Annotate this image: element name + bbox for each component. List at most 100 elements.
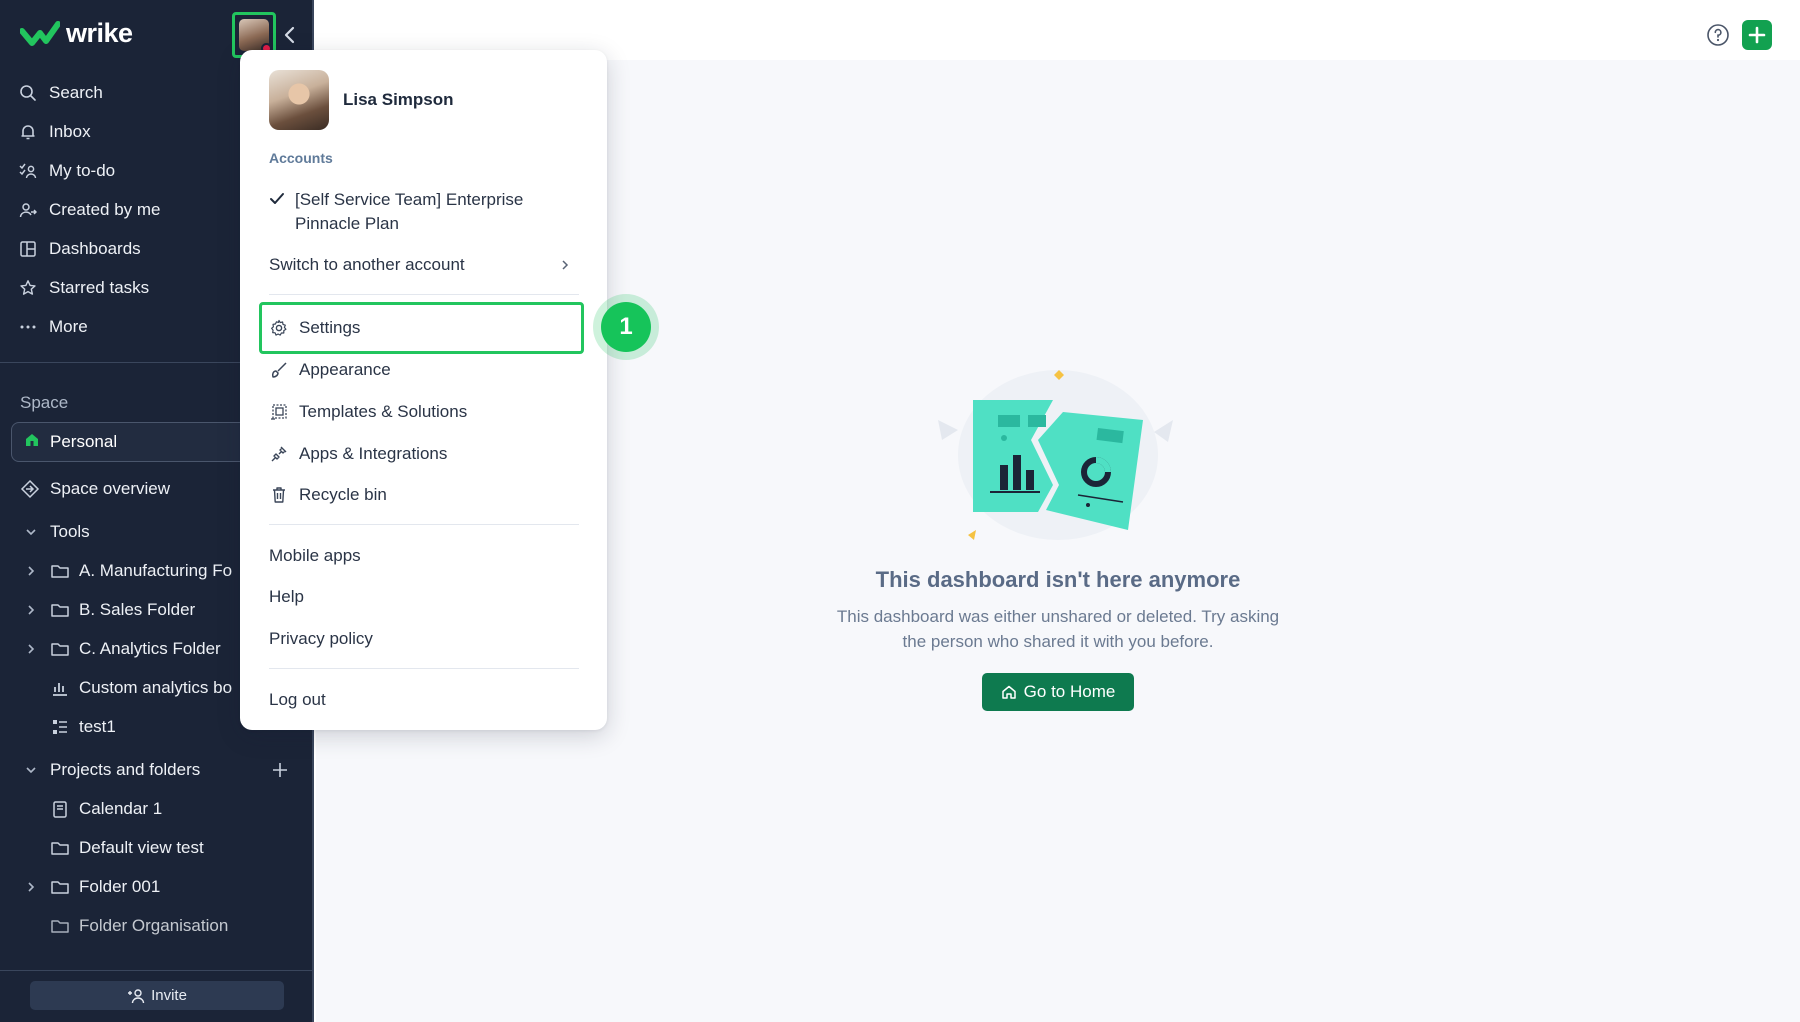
- tree-item-folder[interactable]: Default view test: [0, 828, 314, 867]
- chevron-right-icon[interactable]: [24, 564, 38, 578]
- menu-divider: [269, 668, 579, 669]
- chevron-down-icon: [26, 766, 36, 773]
- profile-header: Lisa Simpson: [269, 70, 454, 130]
- logo-text: wrike: [66, 18, 133, 48]
- tree-item-label: Calendar 1: [79, 798, 163, 818]
- tree-item-label: C. Analytics Folder: [79, 638, 221, 658]
- current-account-label: [Self Service Team] Enterprise Pinnacle …: [295, 190, 524, 233]
- wrike-logo[interactable]: wrike: [20, 18, 133, 49]
- tree-item-label: B. Sales Folder: [79, 599, 196, 619]
- menu-item-appearance[interactable]: Appearance: [269, 353, 579, 387]
- dashboard-icon: [18, 239, 38, 259]
- avatar: [269, 70, 329, 130]
- folder-icon: [51, 919, 69, 933]
- go-to-home-button[interactable]: Go to Home: [982, 673, 1134, 711]
- ellipsis-icon: [18, 317, 38, 337]
- logout-label: Log out: [269, 690, 326, 709]
- projects-label: Projects and folders: [50, 759, 201, 779]
- todo-icon: [18, 161, 38, 181]
- wrike-check-icon: [20, 20, 60, 46]
- user-name: Lisa Simpson: [343, 90, 454, 109]
- invite-label: Invite: [151, 987, 187, 1004]
- menu-item-log-out[interactable]: Log out: [269, 683, 579, 717]
- menu-link-label: Privacy policy: [269, 629, 373, 648]
- chevron-right-icon: [562, 260, 569, 270]
- collapse-sidebar-icon[interactable]: [282, 24, 298, 46]
- step-badge: 1: [593, 294, 659, 360]
- broken-dashboard-illustration: [938, 370, 1173, 540]
- gear-icon: [269, 318, 289, 338]
- folder-icon: [51, 841, 69, 855]
- invite-button[interactable]: Invite: [30, 981, 284, 1010]
- go-to-home-label: Go to Home: [1023, 682, 1116, 701]
- folder-icon: [51, 642, 69, 656]
- folder-icon: [51, 603, 69, 617]
- workflow-icon: [53, 719, 67, 734]
- tree-item-folder[interactable]: Folder Organisation: [0, 906, 314, 945]
- tree-item-label: Default view test: [79, 837, 204, 857]
- nav-label: Search: [49, 82, 103, 102]
- nav-label: Inbox: [49, 121, 91, 141]
- menu-item-recycle-bin[interactable]: Recycle bin: [269, 478, 579, 512]
- home-icon: [24, 432, 40, 453]
- nav-label: Created by me: [49, 199, 161, 219]
- nav-label: More: [49, 316, 88, 336]
- menu-item-mobile-apps[interactable]: Mobile apps: [269, 539, 579, 573]
- tools-label: Tools: [50, 521, 90, 541]
- menu-item-label: Settings: [299, 318, 361, 337]
- current-account-item[interactable]: [Self Service Team] Enterprise Pinnacle …: [269, 188, 579, 236]
- home-icon: [1001, 685, 1016, 699]
- help-icon[interactable]: [1706, 23, 1730, 47]
- add-button[interactable]: [1742, 20, 1772, 50]
- menu-item-label: Templates & Solutions: [299, 402, 468, 421]
- calendar-icon: [53, 800, 67, 818]
- plus-icon: [1748, 26, 1766, 44]
- add-user-icon: [128, 988, 145, 1003]
- tree-item-label: Folder 001: [79, 876, 161, 896]
- folder-icon: [51, 564, 69, 578]
- menu-link-label: Mobile apps: [269, 546, 361, 565]
- templates-icon: [269, 402, 289, 422]
- add-project-icon[interactable]: [270, 760, 290, 780]
- menu-link-label: Help: [269, 587, 304, 606]
- space-selected-label: Personal: [50, 432, 118, 451]
- tree-item-folder[interactable]: Folder 001: [0, 867, 314, 906]
- chevron-right-icon[interactable]: [24, 642, 38, 656]
- chevron-down-icon: [26, 528, 36, 535]
- menu-item-label: Appearance: [299, 360, 391, 379]
- tree-item-label: Custom analytics bo: [79, 677, 233, 697]
- switch-account-item[interactable]: Switch to another account: [269, 248, 579, 282]
- tree-item-label: Folder Organisation: [79, 915, 229, 935]
- trash-icon: [269, 485, 289, 505]
- menu-item-label: Recycle bin: [299, 485, 387, 504]
- menu-item-privacy-policy[interactable]: Privacy policy: [269, 622, 579, 656]
- check-icon: [269, 188, 285, 236]
- tree-item-label: test1: [79, 716, 116, 736]
- nav-label: My to-do: [49, 160, 116, 180]
- space-section-label: Space: [20, 393, 69, 412]
- sidebar-footer-divider: [0, 970, 314, 971]
- space-overview-icon: [20, 479, 40, 498]
- chevron-right-icon[interactable]: [24, 880, 38, 894]
- star-icon: [18, 278, 38, 298]
- menu-item-templates[interactable]: Templates & Solutions: [269, 395, 579, 429]
- tree-item-calendar[interactable]: Calendar 1: [0, 789, 314, 828]
- bell-icon: [18, 122, 38, 142]
- menu-item-settings[interactable]: Settings: [269, 311, 579, 345]
- user-arrow-icon: [18, 200, 38, 220]
- menu-item-help[interactable]: Help: [269, 580, 579, 614]
- avatar: [239, 19, 272, 54]
- plug-icon: [269, 444, 289, 464]
- folder-icon: [51, 880, 69, 894]
- menu-divider: [269, 294, 579, 295]
- menu-item-label: Apps & Integrations: [299, 444, 448, 463]
- step-number: 1: [601, 302, 651, 352]
- brush-icon: [269, 360, 289, 380]
- projects-section[interactable]: Projects and folders: [0, 750, 314, 789]
- chevron-right-icon[interactable]: [24, 603, 38, 617]
- menu-item-apps-integrations[interactable]: Apps & Integrations: [269, 437, 579, 471]
- space-overview-label: Space overview: [50, 478, 171, 498]
- search-icon: [18, 83, 38, 103]
- tree-item-label: A. Manufacturing Fo: [79, 560, 233, 580]
- nav-label: Starred tasks: [49, 277, 150, 297]
